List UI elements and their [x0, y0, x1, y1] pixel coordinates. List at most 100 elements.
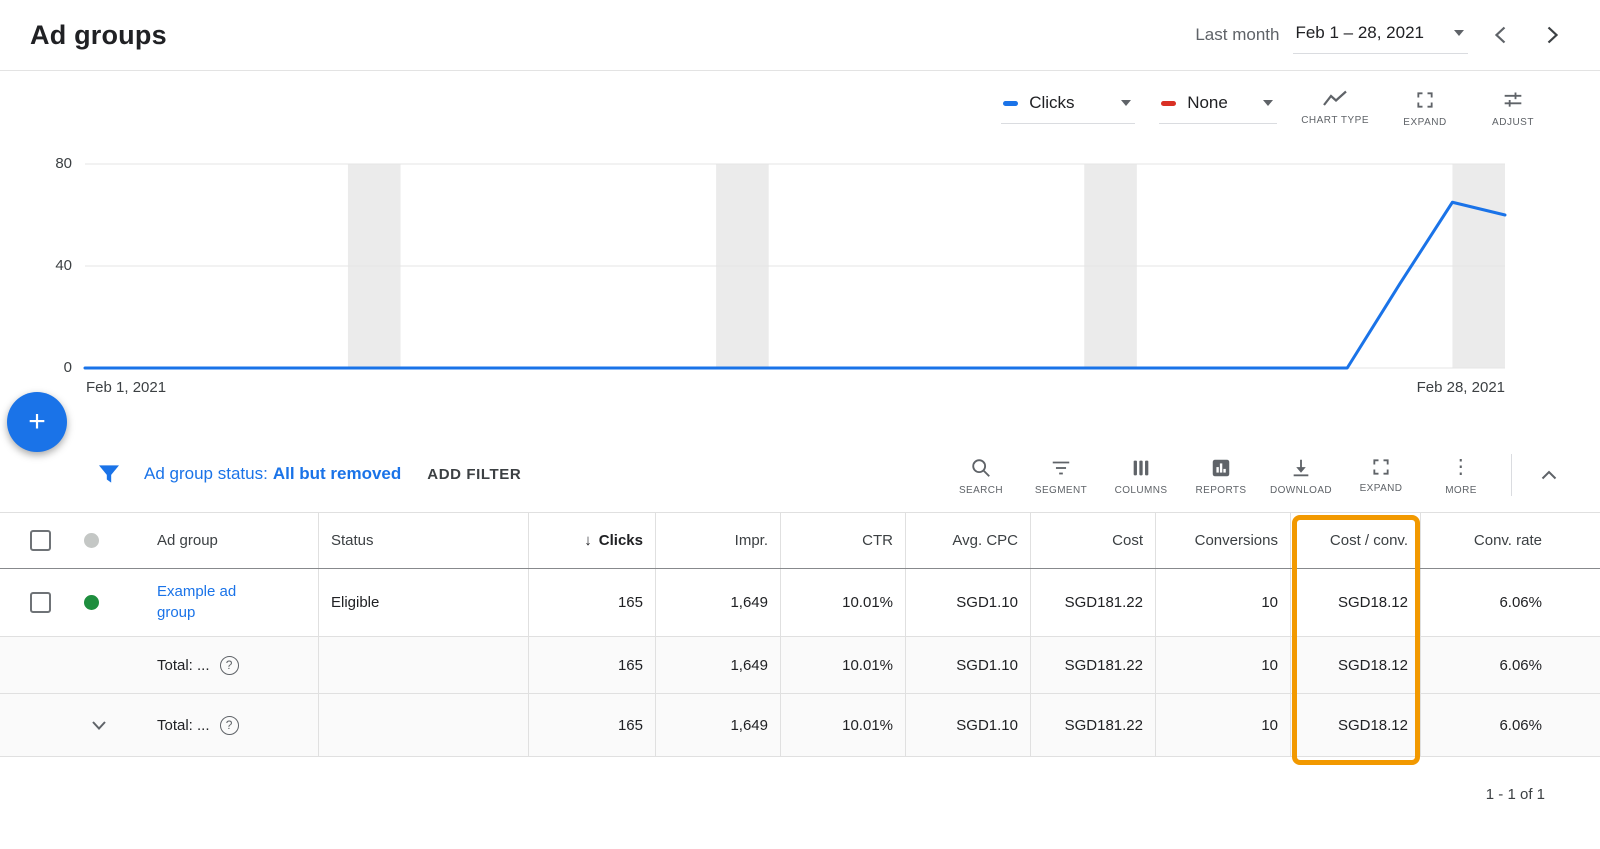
table-tools: SEARCH SEGMENT COLUMNS REPORTS DOWNLOAD [941, 453, 1501, 496]
search-button[interactable]: SEARCH [941, 453, 1021, 496]
help-icon[interactable]: ? [220, 716, 239, 735]
download-button[interactable]: DOWNLOAD [1261, 453, 1341, 496]
add-ad-group-button[interactable]: + [7, 392, 67, 452]
search-icon [970, 457, 992, 479]
sort-descending-icon: ↓ [584, 532, 592, 549]
column-header-ctr[interactable]: CTR [780, 513, 905, 568]
pagination-status: 1 - 1 of 1 [1486, 786, 1545, 803]
y-axis-tick: 80 [28, 155, 72, 172]
clicks-line-chart [85, 164, 1505, 368]
toolbar-divider [1511, 454, 1512, 496]
avg-cpc-cell: SGD1.10 [905, 569, 1030, 636]
line-chart-canvas [85, 164, 1505, 368]
cost-cell: SGD181.22 [1030, 569, 1155, 636]
filter-label: Ad group status: [144, 464, 268, 483]
column-header-clicks[interactable]: ↓ Clicks [528, 513, 655, 568]
conv-rate-cell: 6.06% [1420, 637, 1600, 693]
total-label: Total: ... [157, 657, 210, 674]
filter-toolbar: Ad group status: All but removed ADD FILT… [0, 436, 1600, 512]
column-header-impr[interactable]: Impr. [655, 513, 780, 568]
column-header-conversions[interactable]: Conversions [1155, 513, 1290, 568]
caret-down-icon [1263, 100, 1273, 106]
status-dot-icon [84, 533, 99, 548]
conv-rate-cell: 6.06% [1420, 569, 1600, 636]
ad-group-status-filter-chip[interactable]: Ad group status: All but removed [144, 464, 401, 484]
series-1-label: Clicks [1029, 93, 1074, 113]
cost-cell: SGD181.22 [1030, 694, 1155, 756]
chart-series-2-selector[interactable]: None [1159, 87, 1277, 124]
ctr-cell: 10.01% [780, 569, 905, 636]
chart-series-1-selector[interactable]: Clicks [1001, 87, 1135, 124]
impr-cell: 1,649 [655, 569, 780, 636]
collapse-icon [1541, 470, 1557, 480]
collapse-panel-button[interactable] [1528, 454, 1570, 496]
date-range-selector[interactable]: Feb 1 – 28, 2021 [1293, 17, 1468, 54]
column-header-cost-per-conv[interactable]: Cost / conv. [1290, 513, 1420, 568]
chart-type-icon [1323, 90, 1347, 108]
conv-rate-cell: 6.06% [1420, 694, 1600, 756]
select-all-checkbox[interactable] [30, 530, 51, 551]
total-row: Total: ... ? 165 1,649 10.01% SGD1.10 SG… [0, 637, 1600, 694]
table-header-row: Ad group Status ↓ Clicks Impr. CTR Avg. … [0, 512, 1600, 569]
x-axis-start-label: Feb 1, 2021 [86, 379, 166, 396]
help-icon[interactable]: ? [220, 656, 239, 675]
more-icon: ⋮ [1451, 457, 1471, 479]
column-header-avg-cpc[interactable]: Avg. CPC [905, 513, 1030, 568]
row-status-dot-cell [70, 569, 145, 636]
page-title: Ad groups [30, 20, 167, 51]
enabled-status-dot-icon [84, 595, 99, 610]
column-header-status[interactable]: Status [318, 513, 528, 568]
ad-group-link[interactable]: Example ad group [157, 582, 269, 623]
download-icon [1290, 457, 1312, 479]
chevron-down-icon [92, 721, 106, 730]
column-header-ad-group[interactable]: Ad group [145, 513, 318, 568]
chart-expand-button[interactable]: EXPAND [1393, 87, 1457, 128]
segment-icon [1050, 457, 1072, 479]
series-2-color-swatch [1161, 101, 1176, 106]
funnel-icon [98, 464, 120, 484]
reports-icon [1210, 457, 1232, 479]
chart-controls: Clicks None CHART TYPE EXPAND [1001, 87, 1545, 128]
chart-adjust-button[interactable]: ADJUST [1481, 87, 1545, 128]
expand-icon [1415, 90, 1435, 110]
chart-type-button[interactable]: CHART TYPE [1301, 87, 1369, 126]
clicks-cell: 165 [528, 637, 655, 693]
caret-down-icon [1454, 30, 1464, 36]
filter-value: All but removed [273, 464, 401, 483]
chevron-left-icon [1495, 26, 1506, 44]
row-checkbox-cell [0, 569, 70, 636]
segment-button[interactable]: SEGMENT [1021, 453, 1101, 496]
caret-down-icon [1121, 100, 1131, 106]
columns-button[interactable]: COLUMNS [1101, 453, 1181, 496]
expand-icon [1371, 457, 1391, 477]
total-label-cell: Total: ... ? [145, 694, 318, 756]
expand-totals-button[interactable] [88, 717, 110, 734]
total-label: Total: ... [157, 717, 210, 734]
cost-per-conv-cell: SGD18.12 [1290, 694, 1420, 756]
expand-table-button[interactable]: EXPAND [1341, 453, 1421, 494]
reports-button[interactable]: REPORTS [1181, 453, 1261, 496]
performance-chart-section: Clicks None CHART TYPE EXPAND [0, 71, 1600, 436]
date-controls: Last month Feb 1 – 28, 2021 [1195, 17, 1570, 54]
avg-cpc-cell: SGD1.10 [905, 637, 1030, 693]
ad-groups-table: Ad group Status ↓ Clicks Impr. CTR Avg. … [0, 512, 1600, 757]
series-1-color-swatch [1003, 101, 1018, 106]
page-header: Ad groups Last month Feb 1 – 28, 2021 [0, 0, 1600, 71]
y-axis-tick: 40 [28, 257, 72, 274]
columns-icon [1130, 457, 1152, 479]
adjust-icon [1503, 90, 1523, 110]
date-range-preset-label: Last month [1195, 25, 1279, 45]
ad-group-cell: Example ad group [145, 569, 318, 636]
row-checkbox[interactable] [30, 592, 51, 613]
chevron-right-icon [1547, 26, 1558, 44]
table-row: Example ad group Eligible 165 1,649 10.0… [0, 569, 1600, 637]
conversions-cell: 10 [1155, 569, 1290, 636]
column-header-conv-rate[interactable]: Conv. rate [1420, 513, 1600, 568]
previous-period-button[interactable] [1482, 17, 1518, 53]
impr-cell: 1,649 [655, 637, 780, 693]
next-period-button[interactable] [1534, 17, 1570, 53]
more-button[interactable]: ⋮ MORE [1421, 453, 1501, 496]
avg-cpc-cell: SGD1.10 [905, 694, 1030, 756]
add-filter-button[interactable]: ADD FILTER [427, 466, 521, 483]
column-header-cost[interactable]: Cost [1030, 513, 1155, 568]
